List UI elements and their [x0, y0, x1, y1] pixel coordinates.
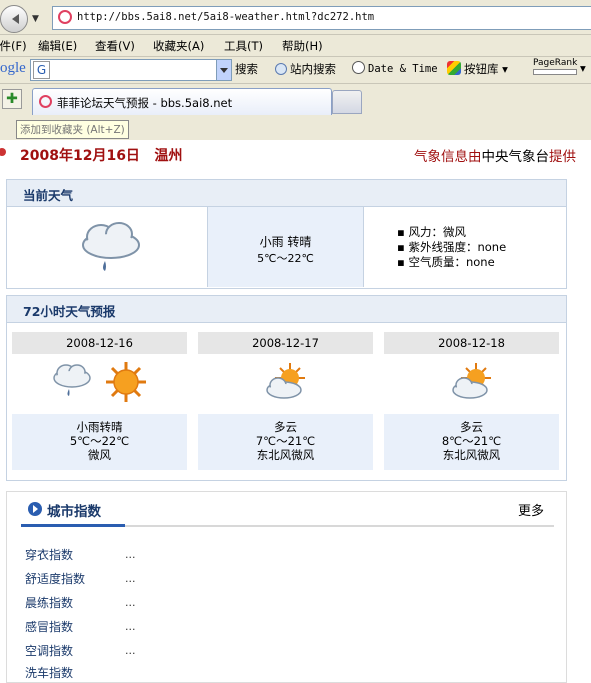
history-dropdown-icon[interactable]: ▼ [32, 14, 39, 24]
site-search-button[interactable]: 站内搜索 [275, 61, 336, 77]
forecast-temp: 7℃～21℃ [255, 434, 316, 448]
index-item-carwash[interactable]: 洗车指数 [25, 664, 73, 681]
forecast-temp: 5℃～22℃ [69, 434, 130, 448]
forecast-wind: 微风 [88, 448, 111, 462]
google-toolbar: ogle G 搜索 站内搜索 Date & Time 按钮库 ▾ PageRan… [0, 57, 591, 84]
title-underline-active [21, 524, 125, 527]
index-value: ... [125, 572, 136, 585]
index-item-clothing[interactable]: 穿衣指数 [25, 546, 73, 563]
uv-info: ▪ 紫外线强度：none [397, 240, 507, 254]
url-text: http://bbs.5ai8.net/5ai8-weather.html?dc… [77, 11, 375, 23]
forecast-day-3: 2008-12-18 多云 8℃～21℃ 东北风微风 [384, 332, 559, 470]
current-details: ▪ 风力：微风 ▪ 紫外线强度：none ▪ 空气质量：none [397, 225, 567, 305]
button-library-icon [447, 61, 461, 75]
tab-weather[interactable]: 菲菲论坛天气预报 - bbs.5ai8.net [32, 88, 332, 115]
menu-bar: 文件(F) 编辑(E) 查看(V) 收藏夹(A) 工具(T) 帮助(H) [0, 36, 591, 57]
forecast-date: 2008-12-17 [198, 332, 373, 354]
partly-cloudy-icon [266, 363, 305, 399]
forecast-header: 72小时天气预报 [7, 296, 566, 323]
forecast-icons [384, 354, 559, 414]
tab-title: 菲菲论坛天气预报 - bbs.5ai8.net [57, 96, 233, 110]
current-weather-header: 当前天气 [7, 180, 566, 207]
index-value: ... [125, 620, 136, 633]
current-condition: 小雨 转晴 [259, 235, 312, 249]
google-g-icon: G [33, 61, 50, 79]
url-input[interactable]: http://bbs.5ai8.net/5ai8-weather.html?dc… [52, 6, 591, 30]
city-index-title: 城市指数 [47, 504, 101, 520]
menu-view[interactable]: 查看(V) [95, 38, 135, 54]
forecast-wind: 东北风微风 [256, 448, 315, 462]
index-value: ... [125, 548, 136, 561]
index-item-comfort[interactable]: 舒适度指数 [25, 570, 85, 587]
google-logo: ogle [0, 60, 26, 76]
city-index-panel: 城市指数 更多 穿衣指数 ... 舒适度指数 ... 晨练指数 ... 感冒指数… [6, 491, 567, 683]
data-source: 气象信息由中央气象台提供 [414, 149, 576, 165]
forecast-icons [198, 354, 373, 414]
rain-cloud-icon [53, 364, 91, 396]
date-time-button[interactable]: Date & Time [352, 61, 438, 75]
address-bar-area: ▼ http://bbs.5ai8.net/5ai8-weather.html?… [0, 0, 591, 35]
current-temp: 5℃～22℃ [257, 252, 314, 265]
index-item-aircon[interactable]: 空调指数 [25, 642, 73, 659]
circle-arrow-icon [28, 502, 42, 516]
menu-help[interactable]: 帮助(H) [282, 38, 323, 54]
index-value: ... [125, 644, 136, 657]
forecast-desc: 多云 7℃～21℃ 东北风微风 [198, 414, 373, 470]
index-item-exercise[interactable]: 晨练指数 [25, 594, 73, 611]
sun-icon [106, 362, 146, 402]
add-favorite-star-icon[interactable]: ✚ [2, 89, 22, 109]
magnifier-icon [275, 63, 287, 75]
index-value: ... [125, 596, 136, 609]
google-search-input[interactable]: G [30, 59, 232, 81]
tab-favicon-icon [39, 95, 52, 108]
wind-info: ▪ 风力：微风 [397, 225, 466, 239]
forecast-date: 2008-12-18 [384, 332, 559, 354]
forecast-temp: 8℃～21℃ [441, 434, 502, 448]
pagerank-indicator: PageRank [533, 58, 577, 75]
forecast-date: 2008-12-16 [12, 332, 187, 354]
current-weather-panel: 当前天气 小雨 转晴 5℃～22℃ ▪ 风力：微风 ▪ 紫外线强度：none ▪… [6, 179, 567, 289]
menu-favorites[interactable]: 收藏夹(A) [153, 38, 204, 54]
search-button[interactable]: 搜索 [235, 61, 258, 77]
button-library-button[interactable]: 按钮库 ▾ [447, 61, 508, 77]
menu-edit[interactable]: 编辑(E) [38, 38, 77, 54]
forecast-condition: 多云 [460, 420, 483, 434]
current-icon-cell [7, 207, 207, 287]
site-favicon-icon [58, 10, 72, 24]
more-link[interactable]: 更多 [518, 500, 544, 519]
partly-cloudy-icon [452, 363, 491, 399]
date-city: 2008年12月16日 温州 [20, 148, 183, 164]
date-bar: 2008年12月16日 温州 气象信息由中央气象台提供 [0, 142, 591, 165]
forecast-day-2: 2008-12-17 多云 7℃～21℃ 东北风微风 [198, 332, 373, 470]
forecast-title: 72小时天气预报 [23, 304, 116, 319]
current-weather-title: 当前天气 [23, 188, 74, 203]
current-condition-cell: 小雨 转晴 5℃～22℃ [207, 207, 364, 287]
forecast-wind: 东北风微风 [442, 448, 501, 462]
menu-tools[interactable]: 工具(T) [224, 38, 263, 54]
tab-row: ✚ 菲菲论坛天气预报 - bbs.5ai8.net [0, 86, 591, 116]
forecast-desc: 小雨转晴 5℃～22℃ 微风 [12, 414, 187, 470]
toolbar-options-icon[interactable]: ▾ [580, 61, 586, 75]
tooltip: 添加到收藏夹 (Alt+Z) [16, 120, 129, 139]
new-tab-button[interactable] [332, 90, 362, 114]
forecast-day-1: 2008-12-16 小雨转晴 5℃～22℃ 微风 [12, 332, 187, 470]
forecast-condition: 小雨转晴 [76, 420, 123, 434]
index-item-cold[interactable]: 感冒指数 [25, 618, 73, 635]
forecast-condition: 多云 [274, 420, 297, 434]
menu-file[interactable]: 文件(F) [0, 38, 27, 54]
forecast-icons [12, 354, 187, 414]
forecast-panel: 72小时天气预报 2008-12-16 小雨转晴 5℃～22℃ 微风 2008-… [6, 295, 567, 481]
clock-icon [352, 61, 365, 74]
air-info: ▪ 空气质量：none [397, 255, 495, 269]
back-button[interactable] [0, 5, 28, 33]
forecast-desc: 多云 8℃～21℃ 东北风微风 [384, 414, 559, 470]
rain-cloud-icon [82, 222, 140, 271]
search-dropdown-icon[interactable] [216, 60, 231, 80]
arrow-bullet-icon [0, 148, 6, 156]
